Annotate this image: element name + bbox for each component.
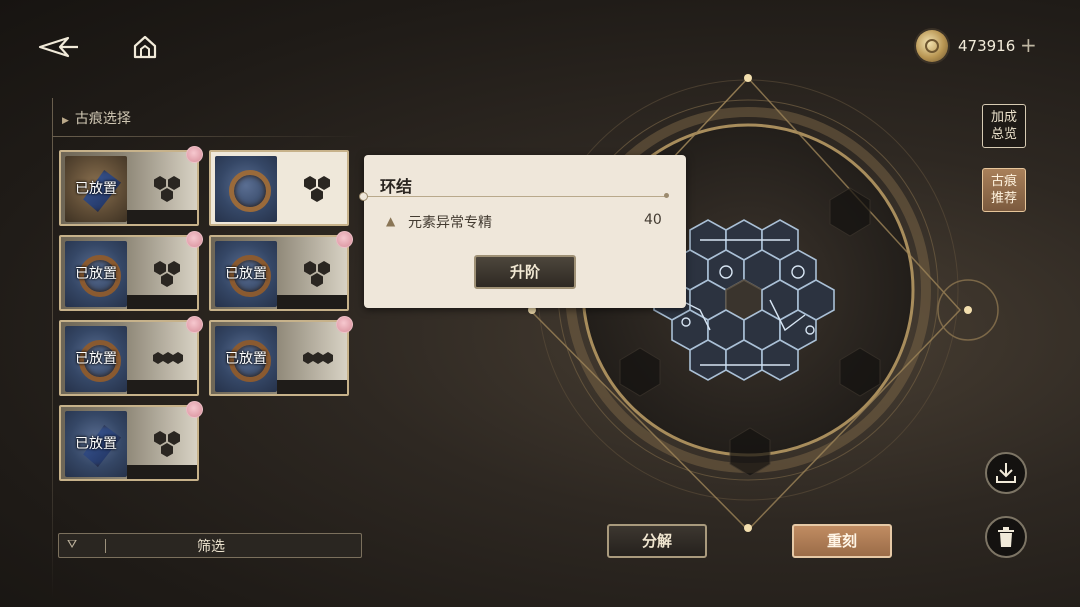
relic-card[interactable]: 已放置 bbox=[59, 231, 203, 311]
tooltip-divider bbox=[364, 196, 668, 197]
divider-node bbox=[359, 192, 368, 201]
relic-card[interactable]: 已放置 bbox=[59, 316, 203, 396]
download-icon bbox=[996, 463, 1016, 483]
hex-slot-icon bbox=[154, 431, 180, 457]
relic-card[interactable]: 已放置 bbox=[209, 231, 353, 311]
stat-label: 元素异常专精 bbox=[408, 215, 492, 231]
placed-label: 已放置 bbox=[225, 351, 267, 367]
relic-card[interactable]: 已放置 bbox=[59, 401, 203, 481]
stat-value: 40 bbox=[644, 212, 662, 228]
add-currency-button[interactable]: + bbox=[1020, 33, 1037, 57]
filter-button[interactable]: ⛛ 筛选 bbox=[58, 533, 362, 558]
card-bar bbox=[277, 295, 347, 309]
filter-label: 筛选 bbox=[197, 539, 225, 555]
character-avatar-icon bbox=[186, 231, 203, 248]
panel-title: ▶ 古痕选择 bbox=[62, 111, 131, 127]
panel-title-text: 古痕选择 bbox=[74, 111, 131, 127]
relic-recommend-label: 古痕 推荐 bbox=[990, 174, 1017, 206]
placed-label: 已放置 bbox=[75, 351, 117, 367]
dismantle-button[interactable]: 分解 bbox=[607, 524, 707, 558]
hex-slot-icon bbox=[304, 176, 330, 202]
divider-node bbox=[664, 193, 669, 198]
relic-card-selected[interactable] bbox=[209, 150, 349, 226]
hex-slot-icon bbox=[153, 352, 183, 364]
character-avatar-icon bbox=[186, 401, 203, 418]
home-button[interactable] bbox=[132, 34, 158, 60]
relic-tooltip: 环结 ▲ 元素异常专精 40 升阶 bbox=[359, 155, 686, 308]
back-button[interactable] bbox=[38, 34, 80, 60]
character-avatar-icon bbox=[336, 231, 353, 248]
save-preset-button[interactable] bbox=[985, 452, 1027, 494]
stat-icon: ▲ bbox=[386, 214, 396, 228]
card-bar bbox=[127, 295, 197, 309]
placed-label: 已放置 bbox=[75, 436, 117, 452]
hex-slot-icon bbox=[154, 261, 180, 287]
panel-divider bbox=[52, 98, 53, 598]
card-bar bbox=[127, 380, 197, 394]
placed-label: 已放置 bbox=[75, 266, 117, 282]
character-avatar-icon bbox=[186, 146, 203, 163]
trash-icon bbox=[998, 527, 1014, 547]
card-bar bbox=[127, 210, 197, 224]
upgrade-button[interactable]: 升阶 bbox=[474, 255, 576, 289]
character-avatar-icon bbox=[336, 316, 353, 333]
coin-icon bbox=[916, 30, 948, 62]
hex-slot-icon bbox=[304, 261, 330, 287]
hex-slot-icon bbox=[154, 176, 180, 202]
reforge-button[interactable]: 重刻 bbox=[792, 524, 892, 558]
tooltip-title: 环结 bbox=[380, 177, 413, 196]
currency-amount: 473916 bbox=[958, 37, 1016, 55]
bonus-overview-label: 加成 总览 bbox=[990, 110, 1017, 142]
placed-label: 已放置 bbox=[225, 266, 267, 282]
character-avatar-icon bbox=[186, 316, 203, 333]
relic-thumbnail bbox=[215, 156, 277, 222]
delete-button[interactable] bbox=[985, 516, 1027, 558]
relic-card[interactable]: 已放置 bbox=[209, 316, 353, 396]
panel-divider bbox=[52, 136, 362, 137]
hex-slot-icon bbox=[303, 352, 333, 364]
relic-card[interactable]: 已放置 bbox=[59, 146, 203, 226]
relic-ring-icon bbox=[229, 170, 271, 212]
currency-display: 473916 + bbox=[916, 30, 1046, 64]
relic-recommend-button[interactable]: 古痕 推荐 bbox=[982, 168, 1026, 212]
card-bar bbox=[127, 465, 197, 479]
card-bar bbox=[277, 380, 347, 394]
placed-label: 已放置 bbox=[75, 181, 117, 197]
bonus-overview-button[interactable]: 加成 总览 bbox=[982, 104, 1026, 148]
